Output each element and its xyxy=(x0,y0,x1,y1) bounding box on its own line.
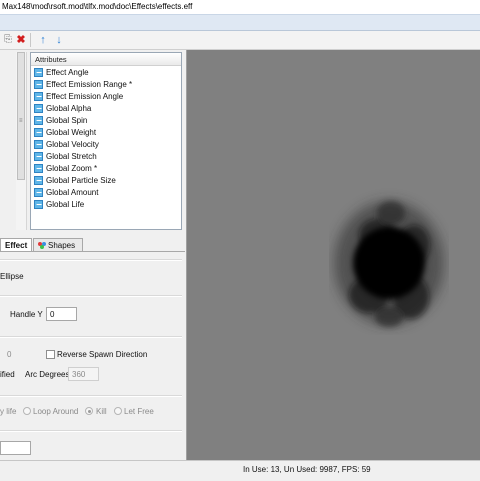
reverse-spawn-label: Reverse Spawn Direction xyxy=(57,350,148,359)
attribute-label: Global Spin xyxy=(46,116,88,125)
attribute-label: Effect Emission Angle xyxy=(46,92,124,101)
graph-icon xyxy=(34,176,43,185)
attribute-item[interactable]: Effect Emission Angle xyxy=(34,91,180,103)
divider xyxy=(0,430,182,432)
delete-icon[interactable]: ✖ xyxy=(15,34,27,46)
shape-value: Ellipse xyxy=(0,272,24,281)
graph-icon xyxy=(34,80,43,89)
tab-effect-label: Effect xyxy=(5,241,28,250)
divider xyxy=(0,259,182,261)
graph-icon xyxy=(34,128,43,137)
menu-bar-area xyxy=(0,15,480,31)
graph-icon xyxy=(34,140,43,149)
loop-around-label: Loop Around xyxy=(33,407,79,416)
zero-value: 0 xyxy=(7,350,12,359)
shapes-icon xyxy=(38,242,46,250)
attribute-label: Global Alpha xyxy=(46,104,92,113)
attribute-item[interactable]: Global Amount xyxy=(34,187,180,199)
graph-icon xyxy=(34,200,43,209)
graph-icon xyxy=(34,104,43,113)
attributes-list: Attributes Effect Angle Effect Emission … xyxy=(30,52,182,230)
tab-bar: Effect Shapes xyxy=(0,238,185,252)
end-option-life[interactable]: y life xyxy=(0,407,16,416)
tab-shapes[interactable]: Shapes xyxy=(33,238,83,251)
attribute-item[interactable]: Global Zoom * xyxy=(34,163,180,175)
attributes-header-label: Attributes xyxy=(35,55,67,64)
reverse-spawn-checkbox[interactable] xyxy=(46,350,55,359)
handle-y-input[interactable]: 0 xyxy=(46,307,77,321)
arc-degrees-input[interactable]: 360 xyxy=(68,367,99,381)
attribute-label: Global Life xyxy=(46,200,85,209)
graph-icon xyxy=(34,152,43,161)
tab-shapes-label: Shapes xyxy=(48,241,76,250)
copy-icon[interactable]: ⎘ xyxy=(2,34,14,46)
window-title: Max148\mod\rsoft.mod\tlfx.mod\doc\Effect… xyxy=(2,2,193,11)
divider xyxy=(0,295,182,297)
particle-effect-preview xyxy=(334,201,444,327)
attribute-label: Global Weight xyxy=(46,128,97,137)
bottom-input[interactable] xyxy=(0,441,31,455)
attribute-item[interactable]: Global Spin xyxy=(34,115,180,127)
attribute-label: Effect Emission Range * xyxy=(46,80,133,89)
tree-scrollbar-thumb[interactable] xyxy=(17,52,25,180)
status-bar: In Use: 13, Un Used: 9987, FPS: 59 xyxy=(0,460,480,481)
effect-preview-canvas[interactable] xyxy=(186,50,480,460)
let-free-label: Let Free xyxy=(124,407,154,416)
kill-label: Kill xyxy=(96,407,107,416)
attribute-item[interactable]: Global Life xyxy=(34,199,180,211)
specified-label: ified xyxy=(0,370,15,379)
divider xyxy=(0,336,182,338)
graph-icon xyxy=(34,92,43,101)
attribute-item[interactable]: Global Alpha xyxy=(34,103,180,115)
let-free-radio[interactable] xyxy=(114,407,122,415)
divider xyxy=(0,395,182,397)
attribute-label: Effect Angle xyxy=(46,68,89,77)
attribute-item[interactable]: Effect Emission Range * xyxy=(34,79,180,91)
graph-icon xyxy=(34,116,43,125)
move-up-icon[interactable]: ↑ xyxy=(37,34,49,46)
attributes-header[interactable]: Attributes xyxy=(31,53,181,66)
move-down-icon[interactable]: ↓ xyxy=(53,34,65,46)
attribute-item[interactable]: Global Weight xyxy=(34,127,180,139)
status-text: In Use: 13, Un Used: 9987, FPS: 59 xyxy=(243,465,371,474)
attribute-item[interactable]: Global Particle Size xyxy=(34,175,180,187)
attribute-label: Global Velocity xyxy=(46,140,99,149)
loop-around-radio[interactable] xyxy=(23,407,31,415)
attribute-item[interactable]: Global Velocity xyxy=(34,139,180,151)
effect-properties-panel: Ellipse Handle Y 0 0 Reverse Spawn Direc… xyxy=(0,251,185,461)
attribute-item[interactable]: Effect Angle xyxy=(34,67,180,79)
tab-effect[interactable]: Effect xyxy=(0,238,32,251)
attribute-label: Global Particle Size xyxy=(46,176,116,185)
toolbar: ⎘ ✖ ↑ ↓ xyxy=(0,31,480,50)
attribute-label: Global Zoom * xyxy=(46,164,98,173)
scrollbar-grip-icon: ≡ xyxy=(19,118,23,124)
attribute-label: Global Amount xyxy=(46,188,99,197)
handle-y-label: Handle Y xyxy=(10,310,43,319)
toolbar-separator xyxy=(30,33,31,47)
graph-icon xyxy=(34,68,43,77)
graph-icon xyxy=(34,188,43,197)
graph-icon xyxy=(34,164,43,173)
kill-radio[interactable] xyxy=(85,407,93,415)
attribute-label: Global Stretch xyxy=(46,152,97,161)
window-title-bar: Max148\mod\rsoft.mod\tlfx.mod\doc\Effect… xyxy=(0,0,480,15)
attribute-item[interactable]: Global Stretch xyxy=(34,151,180,163)
arc-degrees-label: Arc Degrees xyxy=(25,370,70,379)
